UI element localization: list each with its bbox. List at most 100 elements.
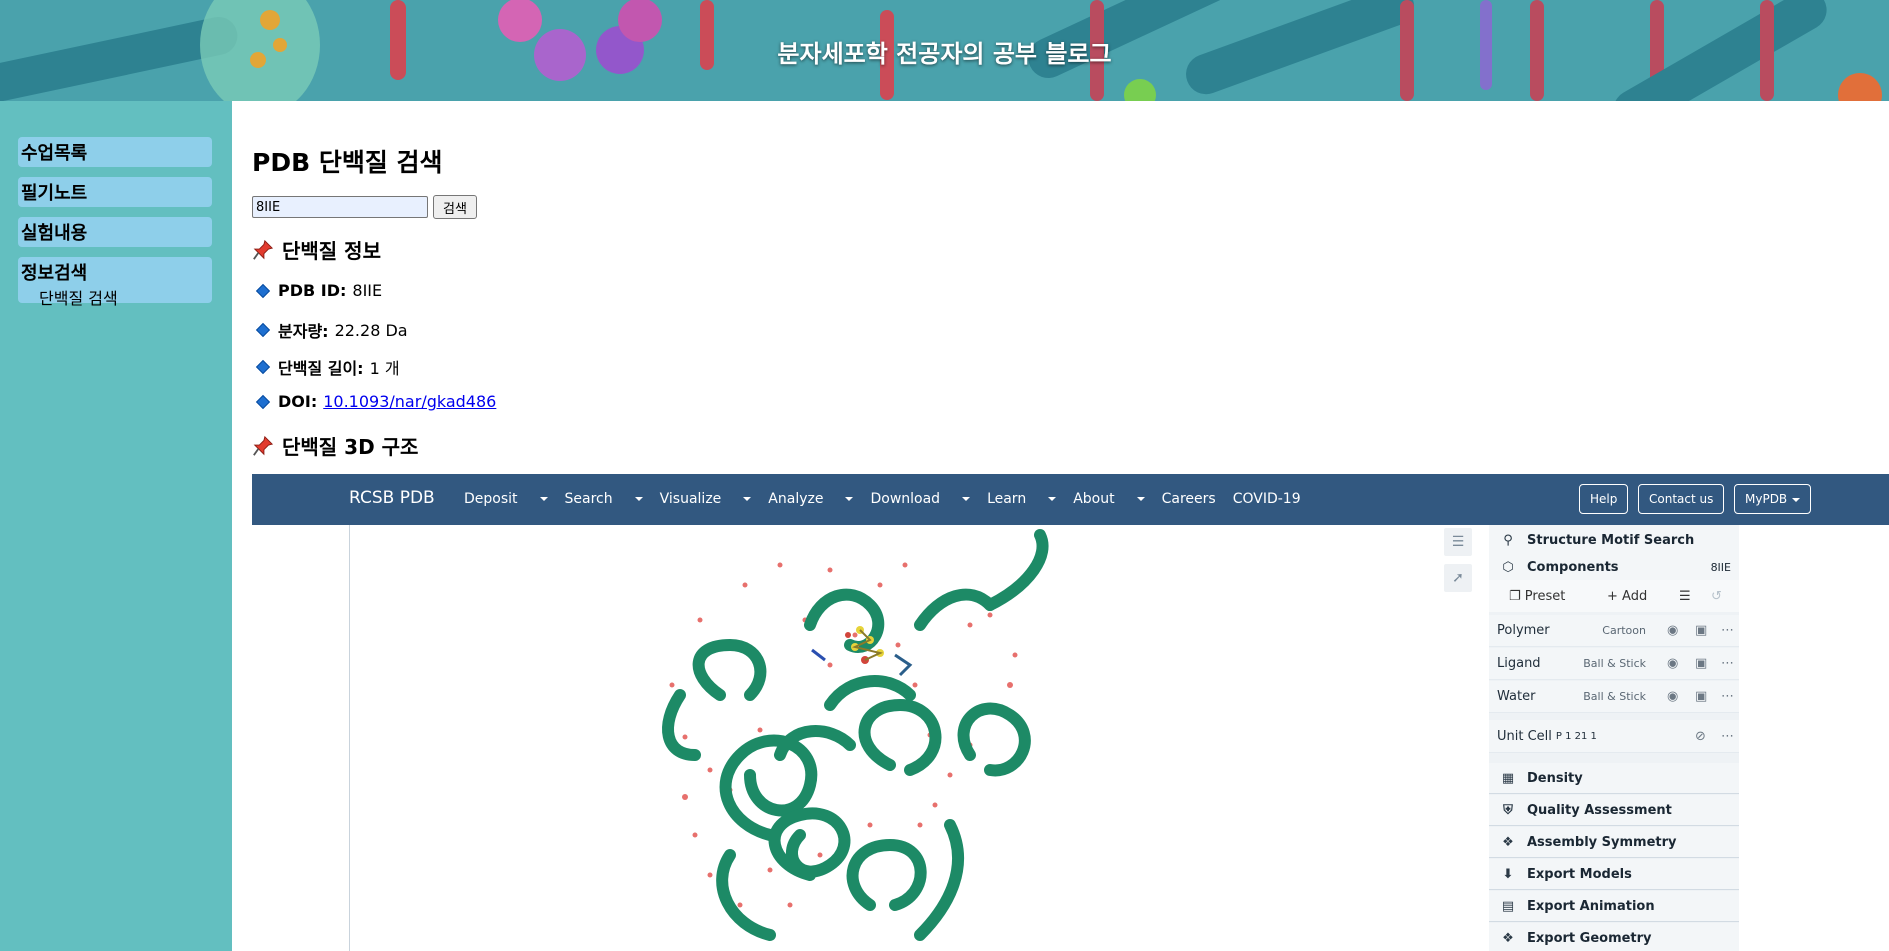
menu-download[interactable]: Download bbox=[870, 491, 971, 507]
quality-assessment-section[interactable]: ⛨ Quality Assessment bbox=[1489, 795, 1739, 826]
panel-label: Export Animation bbox=[1527, 898, 1655, 914]
sidebar-item-label: 필기노트 bbox=[21, 183, 88, 204]
pdb-search-input[interactable] bbox=[252, 196, 428, 218]
button-label: Add bbox=[1622, 588, 1648, 604]
sidebar-item-info-search[interactable]: 정보검색 단백질 검색 bbox=[18, 257, 212, 308]
assembly-symmetry-section[interactable]: ❖ Assembly Symmetry bbox=[1489, 827, 1739, 858]
search-icon: ⚲ bbox=[1503, 532, 1513, 548]
viewer-settings-icon[interactable]: ☰ bbox=[1444, 528, 1472, 556]
menu-deposit[interactable]: Deposit bbox=[464, 491, 548, 507]
protein-structure-render[interactable] bbox=[350, 525, 1490, 951]
panel-label: Quality Assessment bbox=[1527, 802, 1672, 818]
menu-label: Learn bbox=[987, 491, 1027, 507]
protein-ribbon bbox=[662, 529, 1049, 941]
menu-label: Download bbox=[870, 491, 941, 507]
component-row-ligand[interactable]: Ligand Ball & Stick ◉ ▣ ⋯ bbox=[1489, 648, 1739, 680]
page-title: PDB 단백질 검색 bbox=[252, 148, 443, 177]
geometry-icon: ❖ bbox=[1502, 930, 1514, 946]
menu-analyze[interactable]: Analyze bbox=[768, 491, 854, 507]
sidebar-item-class-list[interactable]: 수업목록 bbox=[18, 137, 212, 167]
component-row-water[interactable]: Water Ball & Stick ◉ ▣ ⋯ bbox=[1489, 681, 1739, 713]
puzzle-icon: ❖ bbox=[1502, 834, 1514, 850]
rcsb-logo-link[interactable]: RCSB PDB bbox=[349, 488, 435, 508]
menu-label: Visualize bbox=[659, 491, 722, 507]
eye-icon[interactable]: ◉ bbox=[1667, 623, 1678, 638]
export-models-section[interactable]: ⬇ Export Models bbox=[1489, 859, 1739, 890]
mypdb-button[interactable]: MyPDB bbox=[1734, 484, 1812, 514]
caret-down-icon bbox=[845, 497, 854, 501]
rcsb-embed: RCSB PDB Deposit Search Visualize Analyz… bbox=[252, 474, 1889, 951]
sidebar-item-label: 정보검색 bbox=[21, 263, 88, 284]
more-icon[interactable]: ⋯ bbox=[1721, 656, 1734, 671]
eye-icon[interactable]: ◉ bbox=[1667, 656, 1678, 671]
trash-icon[interactable]: ▣ bbox=[1695, 689, 1707, 704]
menu-label: Analyze bbox=[768, 491, 824, 507]
contact-us-button[interactable]: Contact us bbox=[1638, 484, 1725, 514]
menu-visualize[interactable]: Visualize bbox=[660, 491, 752, 507]
info-protein-length: 단백질 길이: 1 개 bbox=[254, 355, 400, 379]
film-icon: ▤ bbox=[1501, 898, 1515, 914]
more-icon[interactable]: ⋯ bbox=[1721, 689, 1734, 704]
eye-hidden-icon[interactable]: ⊘ bbox=[1695, 729, 1706, 744]
site-title: 분자세포학 전공자의 공부 블로그 bbox=[777, 40, 1112, 68]
help-button[interactable]: Help bbox=[1579, 484, 1629, 514]
sidebar-subitem-protein-search[interactable]: 단백질 검색 bbox=[21, 285, 209, 309]
caret-down-icon bbox=[1792, 497, 1801, 502]
info-label: DOI: bbox=[278, 392, 318, 411]
copy-icon: ❐ bbox=[1509, 588, 1525, 604]
info-label: PDB ID: bbox=[278, 281, 347, 300]
components-row[interactable]: ⬡ Components 8IIE bbox=[1489, 552, 1739, 583]
eye-icon[interactable]: ◉ bbox=[1667, 689, 1678, 704]
caret-down-icon bbox=[962, 497, 971, 501]
panel-label: Export Models bbox=[1527, 866, 1632, 882]
viewer-select-cursor-icon[interactable]: ➚ bbox=[1444, 564, 1472, 592]
info-doi: DOI: 10.1093/nar/gkad486 bbox=[254, 392, 496, 411]
menu-learn[interactable]: Learn bbox=[987, 491, 1057, 507]
menu-about[interactable]: About bbox=[1073, 491, 1145, 507]
menu-careers[interactable]: Careers bbox=[1162, 491, 1216, 507]
grid-icon: ▦ bbox=[1501, 770, 1515, 786]
sliders-icon[interactable]: ☰ bbox=[1679, 589, 1691, 604]
component-mode[interactable]: Cartoon bbox=[1602, 624, 1646, 637]
export-animation-section[interactable]: ▤ Export Animation bbox=[1489, 891, 1739, 922]
trash-icon[interactable]: ▣ bbox=[1695, 623, 1707, 638]
menu-search[interactable]: Search bbox=[565, 491, 643, 507]
molstar-3d-viewer[interactable] bbox=[349, 525, 1489, 951]
pushpin-icon bbox=[253, 435, 274, 456]
sidebar-item-experiments[interactable]: 실험내용 bbox=[18, 217, 212, 247]
pushpin-icon bbox=[253, 239, 274, 260]
history-icon[interactable]: ↺ bbox=[1711, 589, 1722, 604]
components-id: 8IIE bbox=[1710, 560, 1731, 574]
more-icon[interactable]: ⋯ bbox=[1721, 729, 1734, 744]
add-button[interactable]: + Add bbox=[1607, 589, 1647, 604]
preset-button[interactable]: ❐ Preset bbox=[1509, 589, 1565, 604]
component-name: Ligand bbox=[1497, 656, 1541, 671]
panel-label: Structure Motif Search bbox=[1527, 532, 1695, 548]
shield-icon: ⛨ bbox=[1503, 802, 1513, 818]
component-row-polymer[interactable]: Polymer Cartoon ◉ ▣ ⋯ bbox=[1489, 615, 1739, 647]
component-name: Unit Cell bbox=[1497, 728, 1552, 744]
sidebar-item-notes[interactable]: 필기노트 bbox=[18, 177, 212, 207]
button-label: Preset bbox=[1524, 588, 1566, 604]
section-title: 단백질 3D 구조 bbox=[282, 435, 419, 459]
density-section[interactable]: ▦ Density bbox=[1489, 763, 1739, 794]
molstar-control-panel: ⚲ Structure Motif Search ⬡ Components 8I… bbox=[1489, 525, 1739, 951]
unit-cell-row[interactable]: Unit Cell P 1 21 1 ⊘ ⋯ bbox=[1489, 720, 1739, 753]
export-geometry-section[interactable]: ❖ Export Geometry bbox=[1489, 923, 1739, 951]
diamond-bullet-icon bbox=[255, 394, 271, 409]
menu-label: Search bbox=[564, 491, 613, 507]
menu-covid[interactable]: COVID-19 bbox=[1233, 491, 1301, 507]
panel-label: Components bbox=[1527, 559, 1619, 575]
search-button[interactable]: 검색 bbox=[433, 195, 477, 219]
panel-label: Density bbox=[1527, 770, 1583, 786]
sidebar-item-label: 수업목록 bbox=[21, 143, 88, 164]
trash-icon[interactable]: ▣ bbox=[1695, 656, 1707, 671]
caret-down-icon bbox=[1136, 497, 1145, 501]
component-mode[interactable]: Ball & Stick bbox=[1583, 657, 1646, 670]
doi-link[interactable]: 10.1093/nar/gkad486 bbox=[323, 392, 496, 411]
component-mode[interactable]: Ball & Stick bbox=[1583, 690, 1646, 703]
more-icon[interactable]: ⋯ bbox=[1721, 623, 1734, 638]
components-toolbar: ❐ Preset + Add ☰ ↺ bbox=[1489, 580, 1739, 612]
panel-label: Export Geometry bbox=[1527, 930, 1652, 946]
button-label: MyPDB bbox=[1745, 492, 1788, 506]
